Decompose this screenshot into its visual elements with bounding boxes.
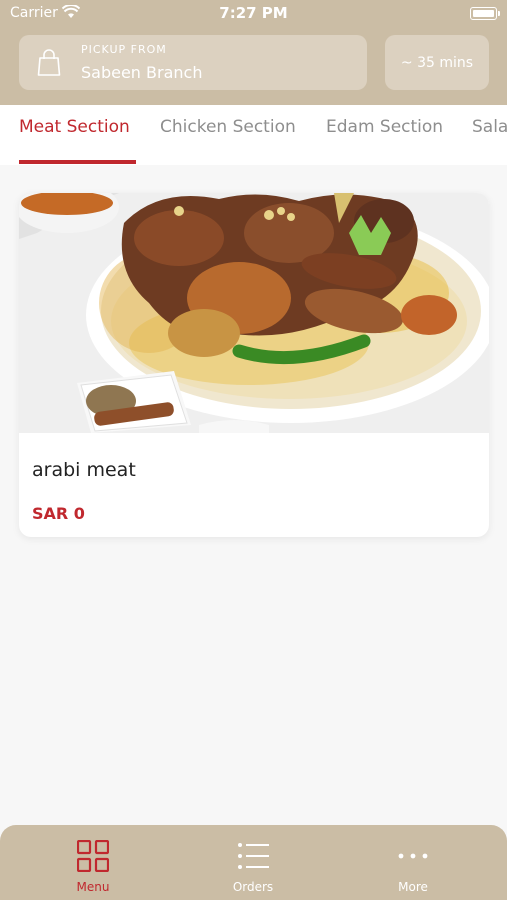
grid-icon	[77, 840, 109, 872]
tab-bar-orders[interactable]: Orders	[193, 825, 313, 900]
tab-salad-section[interactable]: Sala	[472, 117, 507, 137]
tab-bar-menu-label: Menu	[76, 880, 110, 894]
status-bar: Carrier 7:27 PM	[0, 0, 507, 28]
tab-bar-more[interactable]: More	[353, 825, 473, 900]
tab-bar-menu[interactable]: Menu	[33, 825, 153, 900]
pickup-branch-selector[interactable]: PICKUP FROM Sabeen Branch	[19, 35, 367, 90]
more-icon	[398, 853, 428, 859]
product-image	[19, 193, 489, 433]
category-tabs: Meat Section Chicken Section Edam Sectio…	[0, 105, 507, 165]
branch-name: Sabeen Branch	[81, 63, 203, 82]
tab-meat-section[interactable]: Meat Section	[19, 117, 130, 137]
header-area: Carrier 7:27 PM PICKUP FROM Sabeen Branc…	[0, 0, 507, 105]
clock: 7:27 PM	[219, 4, 288, 22]
active-tab-indicator	[19, 160, 136, 164]
product-name: arabi meat	[32, 459, 136, 481]
eta-badge[interactable]: ~ 35 mins	[385, 35, 489, 90]
tab-bar: Menu Orders More	[0, 825, 507, 900]
pickup-label: PICKUP FROM	[81, 43, 167, 56]
battery-icon	[470, 7, 500, 20]
tab-bar-orders-label: Orders	[232, 880, 274, 894]
tab-chicken-section[interactable]: Chicken Section	[160, 117, 296, 137]
list-icon	[238, 843, 269, 869]
product-price: SAR 0	[32, 504, 85, 523]
tab-edam-section[interactable]: Edam Section	[326, 117, 443, 137]
product-card[interactable]: arabi meat SAR 0	[19, 193, 489, 537]
tab-bar-more-label: More	[398, 880, 428, 894]
shopping-bag-icon	[37, 49, 61, 76]
